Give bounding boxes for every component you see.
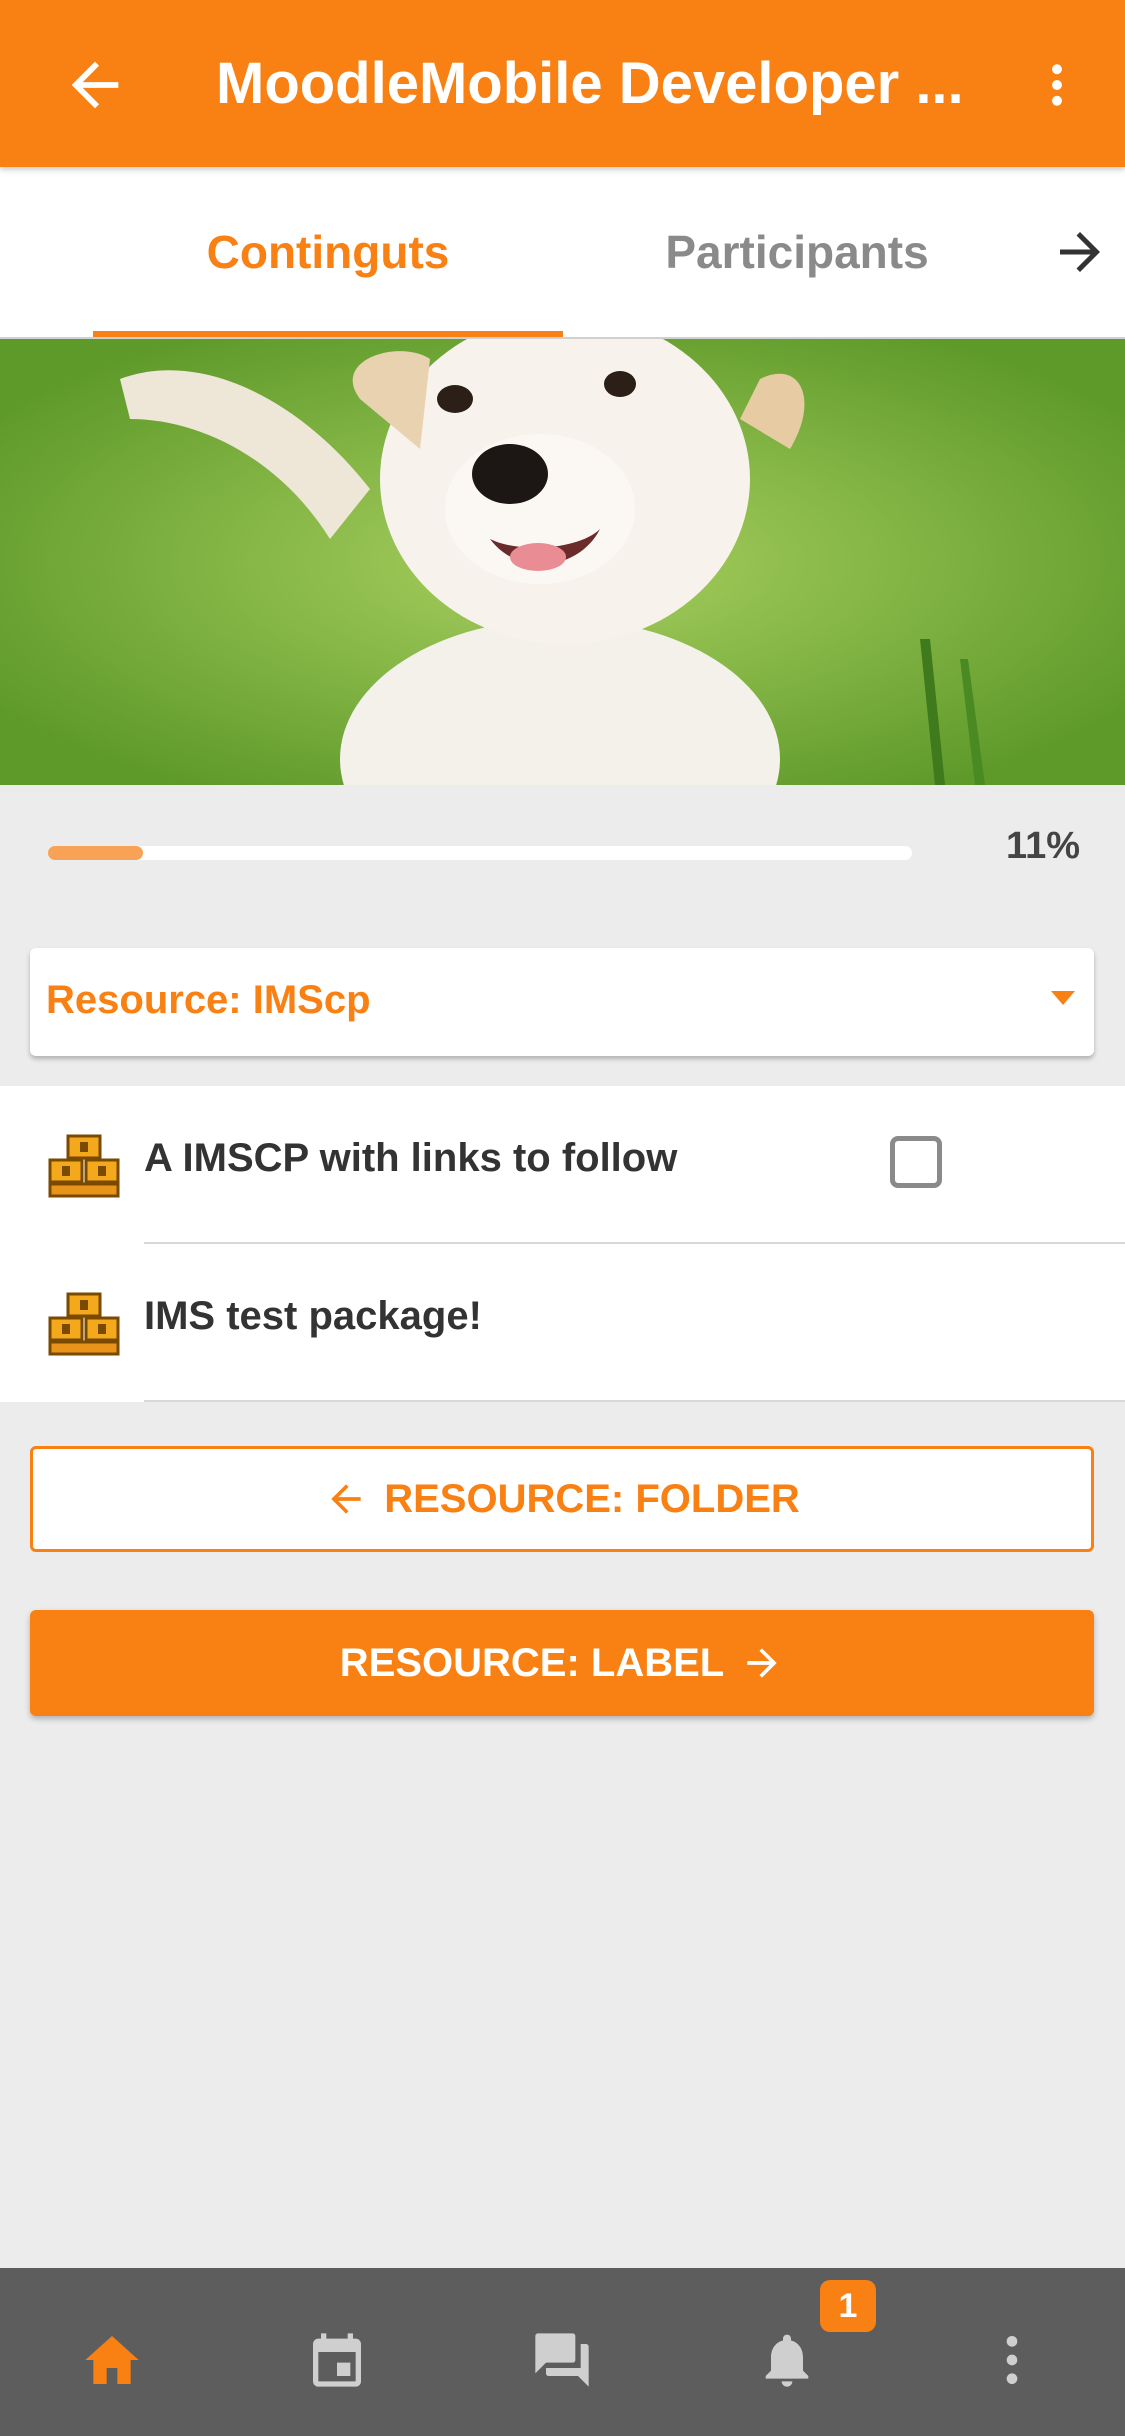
calendar-icon[interactable] [305, 2328, 369, 2392]
next-section-label: RESOURCE: LABEL [339, 1640, 725, 1685]
puppy-image [0, 339, 1125, 785]
imscp-package-icon [48, 1134, 120, 1198]
activity-list: A IMSCP with links to follow IMS test pa… [0, 1086, 1125, 1402]
previous-section-button[interactable]: RESOURCE: FOLDER [30, 1446, 1094, 1552]
more-vert-icon[interactable] [980, 2328, 1044, 2392]
notifications-icon[interactable] [755, 2328, 819, 2392]
course-progress-bar [48, 846, 912, 860]
activity-title: A IMSCP with links to follow [144, 1136, 678, 1180]
completion-checkbox[interactable] [890, 1136, 942, 1188]
tab-participants[interactable]: Participants [562, 167, 1032, 337]
section-selector[interactable]: Resource: IMScp [30, 948, 1094, 1056]
activity-title: IMS test package! [144, 1294, 482, 1338]
list-item[interactable]: IMS test package! [0, 1244, 1125, 1402]
back-arrow-icon[interactable] [60, 50, 130, 120]
arrow-right-icon [747, 1648, 777, 1678]
course-banner-image [0, 339, 1125, 785]
notification-badge: 1 [820, 2280, 876, 2332]
caret-down-icon [1051, 991, 1075, 1005]
messages-icon[interactable] [530, 2328, 594, 2392]
course-tabs: Continguts Participants [0, 167, 1125, 339]
more-vert-icon[interactable] [1030, 50, 1084, 120]
page-title: MoodleMobile Developer ... [216, 51, 964, 116]
course-progress-fill [48, 846, 144, 860]
app-header: MoodleMobile Developer ... [0, 0, 1125, 167]
list-item[interactable]: A IMSCP with links to follow [0, 1086, 1125, 1244]
next-section-button[interactable]: RESOURCE: LABEL [30, 1610, 1094, 1716]
section-selector-label: Resource: IMScp [46, 978, 371, 1022]
arrow-left-icon [331, 1484, 361, 1514]
course-progress-text: 11% [1006, 825, 1080, 867]
tab-contents[interactable]: Continguts [93, 167, 563, 337]
home-icon[interactable] [80, 2328, 144, 2392]
previous-section-label: RESOURCE: FOLDER [384, 1476, 800, 1521]
tabs-next-arrow-icon[interactable] [1050, 222, 1110, 282]
bottom-navigation [0, 2268, 1125, 2436]
divider [144, 1400, 1125, 1402]
imscp-package-icon [48, 1292, 120, 1356]
